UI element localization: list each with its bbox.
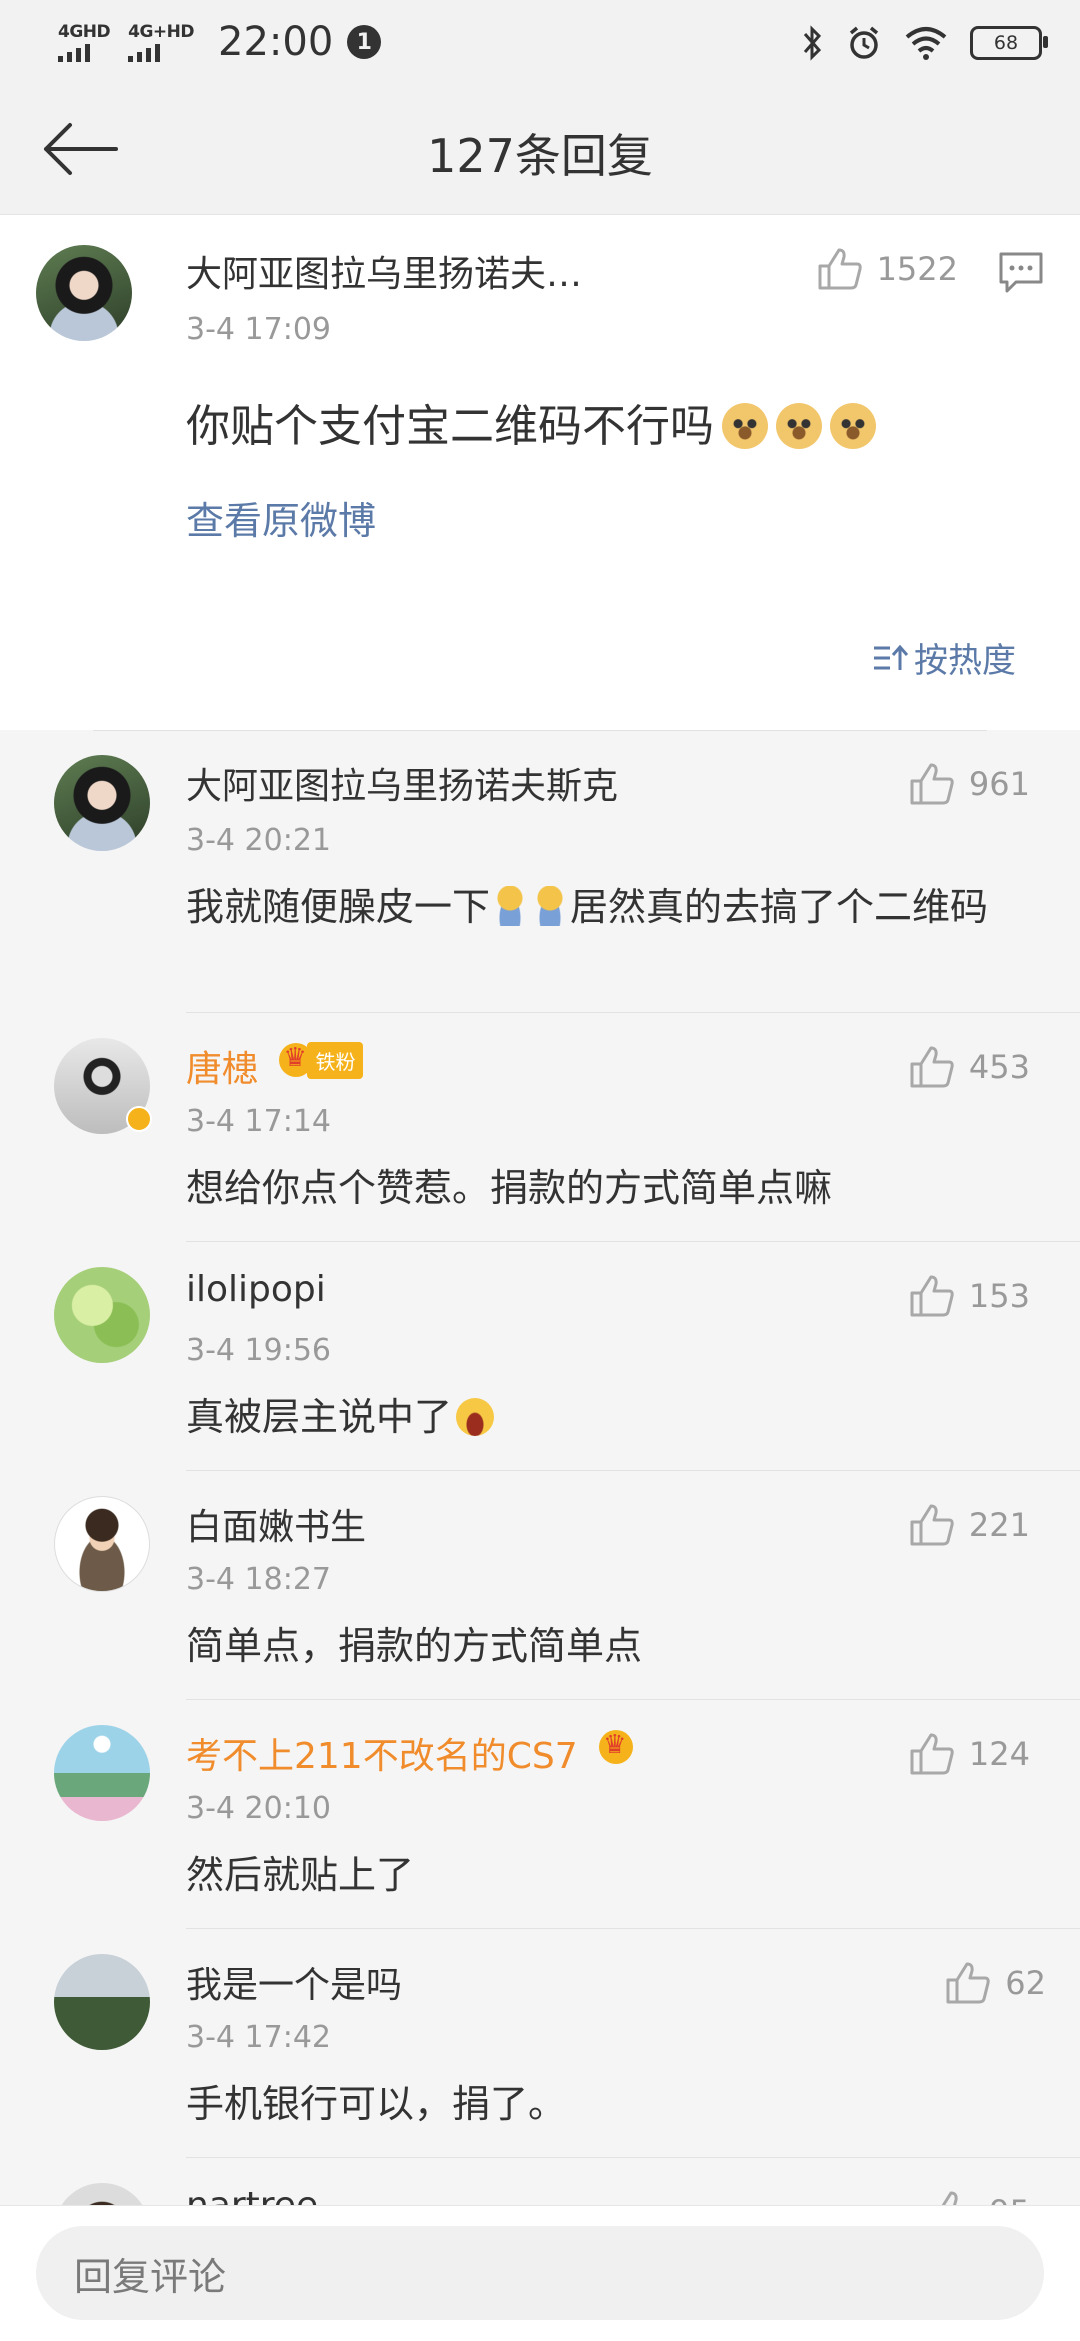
avatar[interactable] [54,755,150,851]
like-button[interactable]: 453 [909,1045,1030,1089]
page-title: 127条回复 [427,129,653,183]
like-count: 62 [1005,1964,1046,2002]
battery-icon: 68 [970,26,1048,60]
like-count: 221 [968,1506,1030,1544]
reply-item: ilolipopi 3-4 19:56 153 真被层主说中了 [0,1242,1080,1471]
like-button[interactable]: 961 [909,762,1030,806]
reply-comment-input[interactable]: 回复评论 [36,2226,1044,2320]
username[interactable]: 考不上211不改名的CS7 [186,1727,634,1779]
like-button[interactable]: 62 [945,1961,1046,2005]
like-count: 453 [968,1048,1030,1086]
avatar[interactable] [54,1954,150,2050]
sort-by-hot-button[interactable]: 按热度 [872,633,1016,682]
sort-label: 按热度 [914,641,1016,681]
reply-text-body: 真被层主说中了 [186,1395,453,1439]
thumbs-up-icon [818,248,862,290]
comment-icon[interactable] [998,251,1044,295]
like-count: 124 [968,1735,1030,1773]
like-count: 961 [968,765,1030,803]
sort-icon [874,644,908,670]
reply-item: 白面嫩书生 3-4 18:27 221 简单点，捐款的方式简单点 [0,1471,1080,1700]
username-text: 唐槵 [186,1049,259,1090]
reply-item: 唐槵 铁粉 3-4 17:14 453 想给你点个赞惹。捐款的方式简单点嘛 [0,1013,1080,1242]
reply-text: 简单点，捐款的方式简单点 [186,1624,643,1668]
thumbs-up-icon [910,763,954,805]
top-nav-bar: 127条回复 [0,84,1080,215]
battery-level: 68 [993,32,1019,54]
comment-text-body: 你贴个支付宝二维码不行吗 [186,401,714,452]
fan-badge: 铁粉 [279,1041,364,1079]
thumbs-up-icon [910,1504,954,1546]
reply-text-part: 居然真的去搞了个二维码 [570,885,989,929]
username[interactable]: 白面嫩书生 [186,1498,366,1550]
like-button[interactable]: 153 [909,1274,1030,1318]
laugh-emoji-icon [456,1398,495,1436]
doge-emoji-icon [830,403,876,449]
like-count: 153 [968,1277,1030,1315]
username[interactable]: 我是一个是吗 [186,1956,402,2008]
timestamp: 3-4 20:10 [186,1791,331,1826]
signal-4ghd-icon: 4GHD [58,21,111,62]
original-comment: 大阿亚图拉乌里扬诺夫… 3-4 17:09 1522 你贴个支付宝二维码不行吗 … [0,215,1080,730]
like-count: 1522 [876,250,958,288]
thumbs-up-icon [946,1962,990,2004]
doge-emoji-icon [722,403,768,449]
thumbs-up-icon [910,1733,954,1775]
signal-4g-plus-icon: 4G+HD [128,23,194,62]
username-text: 考不上211不改名的CS7 [186,1736,578,1777]
timestamp: 3-4 19:56 [186,1333,331,1368]
sweat-emoji-icon [534,886,567,926]
fan-badge-label: 铁粉 [307,1041,364,1079]
avatar[interactable] [54,1496,150,1592]
reply-text: 我就随便臊皮一下 居然真的去搞了个二维码 [186,880,1006,935]
timestamp: 3-4 17:14 [186,1104,331,1139]
wifi-icon [905,27,947,60]
reply-item: 我是一个是吗 3-4 17:42 62 手机银行可以，捐了。 [0,1929,1080,2158]
timestamp: 3-4 17:42 [186,2020,331,2055]
verified-badge-icon [126,1106,152,1132]
status-bar: 4GHD 4G+HD 22:00 1 68 [0,0,1080,84]
signal-label: 4GHD [58,21,111,42]
reply-text: 真被层主说中了 [186,1390,1006,1445]
reply-item: 大阿亚图拉乌里扬诺夫斯克 3-4 20:21 961 我就随便臊皮一下 居然真的去… [0,730,1080,1013]
avatar[interactable] [54,1267,150,1363]
username[interactable]: 唐槵 铁粉 [186,1040,364,1092]
thumbs-up-icon [910,1046,954,1088]
thumbs-up-icon [910,1275,954,1317]
bottom-reply-bar: 回复评论 [0,2205,1080,2341]
doge-emoji-icon [776,403,822,449]
reply-text: 想给你点个赞惹。捐款的方式简单点嘛 [186,1166,833,1210]
avatar[interactable] [36,245,132,341]
alarm-icon [849,26,879,59]
signal-label: 4G+HD [128,21,194,42]
clock: 22:00 [218,19,334,65]
sweat-emoji-icon [494,886,527,926]
like-button[interactable]: 124 [909,1732,1030,1776]
notification-count-badge: 1 [347,25,382,59]
avatar[interactable] [54,1725,150,1821]
view-original-weibo-link[interactable]: 查看原微博 [186,490,376,545]
timestamp: 3-4 20:21 [186,823,331,858]
reply-text: 手机银行可以，捐了。 [186,2082,567,2126]
member-badge [599,1730,634,1764]
bluetooth-icon [803,25,822,61]
avatar[interactable] [54,1038,152,1134]
crown-icon [599,1730,634,1764]
reply-text-part: 我就随便臊皮一下 [186,885,491,929]
reply-item: 考不上211不改名的CS7 3-4 20:10 124 然后就贴上了 [0,1700,1080,1929]
timestamp: 3-4 18:27 [186,1562,331,1597]
like-button[interactable]: 1522 [817,247,958,291]
comment-text: 你贴个支付宝二维码不行吗 [186,390,876,454]
reply-text: 然后就贴上了 [186,1853,415,1897]
like-button[interactable]: 221 [909,1503,1030,1547]
username[interactable]: 大阿亚图拉乌里扬诺夫… [186,245,582,297]
username[interactable]: ilolipopi [186,1269,326,1310]
timestamp: 3-4 17:09 [186,312,331,347]
username[interactable]: 大阿亚图拉乌里扬诺夫斯克 [186,757,618,809]
